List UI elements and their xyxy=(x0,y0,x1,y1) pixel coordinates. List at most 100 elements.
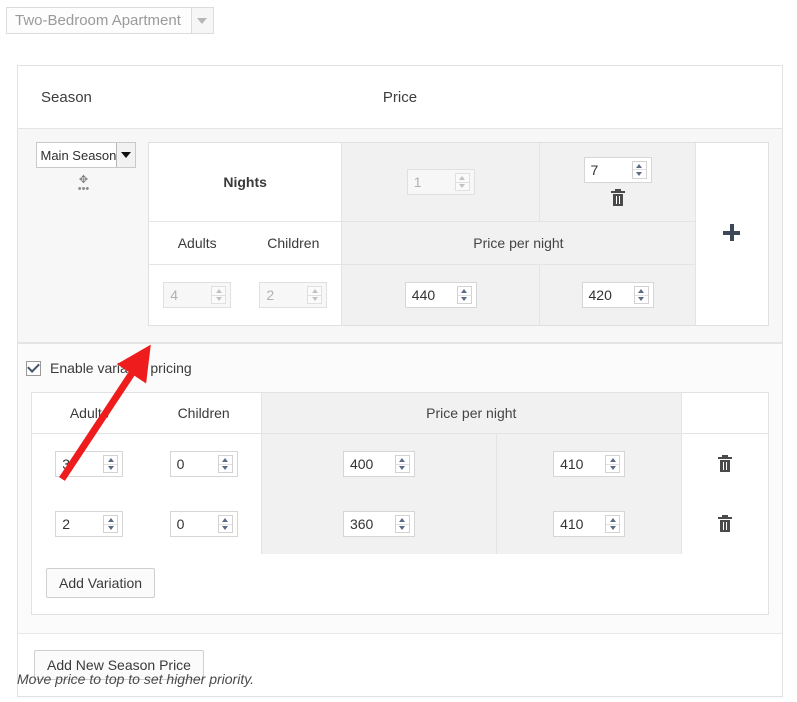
stepper-up-icon[interactable] xyxy=(634,287,648,296)
table-row: 3 0 400 410 xyxy=(32,433,768,494)
stepper-buttons[interactable] xyxy=(394,455,410,473)
enable-variable-pricing-label: Enable variable pricing xyxy=(50,360,192,376)
nights-min-stepper[interactable]: 1 xyxy=(406,169,475,195)
variation-delete-cell xyxy=(680,433,768,494)
stepper-down-icon[interactable] xyxy=(104,525,117,533)
nights-min-value: 1 xyxy=(413,174,422,190)
stepper-buttons[interactable] xyxy=(633,286,649,304)
stepper-up-icon[interactable] xyxy=(104,456,118,465)
season-price-row: Main Season ✥ ••• Nights 1 7 Adults Chil… xyxy=(18,129,782,343)
stepper-up-icon[interactable] xyxy=(104,516,118,525)
variation-price-mid-stepper[interactable]: 360 xyxy=(342,511,415,537)
variation-price-right-stepper[interactable]: 410 xyxy=(553,511,626,537)
accommodation-select[interactable]: Two-Bedroom Apartment xyxy=(6,7,214,34)
table-header-row: Season Price xyxy=(18,66,782,129)
variation-children-cell: 0 xyxy=(146,494,262,554)
stepper-down-icon[interactable] xyxy=(456,183,469,191)
nights-max-value: 7 xyxy=(590,161,599,178)
stepper-down-icon[interactable] xyxy=(396,525,409,533)
stepper-down-icon[interactable] xyxy=(308,296,321,304)
stepper-buttons[interactable] xyxy=(394,515,410,533)
stepper-buttons[interactable] xyxy=(605,515,621,533)
stepper-down-icon[interactable] xyxy=(606,465,619,473)
variations-card: Adults Children Price per night 3 0 400 … xyxy=(31,392,769,554)
stepper-buttons[interactable] xyxy=(103,455,119,473)
column-header-children: Children xyxy=(245,221,342,265)
variation-adults-stepper[interactable]: 3 xyxy=(55,451,124,477)
variations-table: Adults Children Price per night 3 0 400 … xyxy=(32,393,768,554)
variation-adults-value: 2 xyxy=(62,516,71,532)
add-variation-button[interactable]: Add Variation xyxy=(46,568,156,598)
stepper-up-icon[interactable] xyxy=(455,174,469,183)
add-season-cell xyxy=(694,143,768,325)
stepper-up-icon[interactable] xyxy=(308,287,322,296)
stepper-down-icon[interactable] xyxy=(458,296,471,304)
variation-children-stepper[interactable]: 0 xyxy=(169,451,238,477)
move-handle-dots: ••• xyxy=(77,183,90,195)
nights-row: Nights 1 7 xyxy=(149,143,768,325)
trash-icon[interactable] xyxy=(717,454,732,473)
enable-variable-pricing-row[interactable]: Enable variable pricing xyxy=(18,344,782,392)
enable-variable-pricing-checkbox[interactable] xyxy=(26,360,41,376)
stepper-up-icon[interactable] xyxy=(395,516,409,525)
chevron-down-icon[interactable] xyxy=(190,8,213,33)
stepper-up-icon[interactable] xyxy=(212,287,226,296)
season-prices-panel: Season Price Main Season ✥ ••• Nights 1 … xyxy=(17,65,783,697)
stepper-up-icon[interactable] xyxy=(457,287,471,296)
stepper-down-icon[interactable] xyxy=(104,465,117,473)
stepper-down-icon[interactable] xyxy=(219,525,232,533)
stepper-up-icon[interactable] xyxy=(395,456,409,465)
price-mid-stepper[interactable]: 440 xyxy=(404,282,477,308)
adults-stepper[interactable]: 4 xyxy=(163,282,232,308)
variation-price-mid-stepper[interactable]: 400 xyxy=(342,451,415,477)
variation-delete-cell xyxy=(680,494,768,554)
variation-price-right-stepper[interactable]: 410 xyxy=(553,451,626,477)
season-select[interactable]: Main Season xyxy=(35,142,136,168)
stepper-up-icon[interactable] xyxy=(632,162,646,171)
variation-price-mid-value: 360 xyxy=(349,516,374,532)
stepper-up-icon[interactable] xyxy=(606,516,620,525)
price-table: Nights 1 7 Adults Children Price per nig… xyxy=(149,143,768,325)
stepper-up-icon[interactable] xyxy=(218,456,232,465)
stepper-buttons[interactable] xyxy=(217,455,233,473)
column-header-price-per-night: Price per night xyxy=(341,221,696,265)
stepper-buttons[interactable] xyxy=(103,515,119,533)
column-header-adults: Adults xyxy=(149,221,246,265)
stepper-buttons[interactable] xyxy=(211,286,227,304)
move-handle-icon[interactable]: ✥ ••• xyxy=(78,175,90,195)
trash-icon[interactable] xyxy=(717,514,732,533)
plus-icon[interactable] xyxy=(723,224,741,241)
season-select-value: Main Season xyxy=(40,147,116,163)
variation-price-mid-cell: 360 xyxy=(260,494,497,554)
variation-adults-cell: 3 xyxy=(32,433,147,494)
stepper-down-icon[interactable] xyxy=(633,170,646,178)
stepper-buttons[interactable] xyxy=(456,286,472,304)
nights-max-stepper[interactable]: 7 xyxy=(583,156,652,183)
stepper-up-icon[interactable] xyxy=(606,456,620,465)
check-icon xyxy=(27,360,40,373)
children-stepper[interactable]: 2 xyxy=(259,282,328,308)
stepper-buttons[interactable] xyxy=(307,286,323,304)
stepper-buttons[interactable] xyxy=(217,515,233,533)
price-mid-value: 440 xyxy=(411,287,436,303)
stepper-down-icon[interactable] xyxy=(606,525,619,533)
variation-adults-stepper[interactable]: 2 xyxy=(55,511,124,537)
stepper-down-icon[interactable] xyxy=(635,296,648,304)
price-right-stepper[interactable]: 420 xyxy=(581,282,654,308)
stepper-up-icon[interactable] xyxy=(218,516,232,525)
trash-icon[interactable] xyxy=(610,189,625,207)
variation-children-stepper[interactable]: 0 xyxy=(169,511,238,537)
chevron-down-icon[interactable] xyxy=(115,143,135,167)
priority-note: Move price to top to set higher priority… xyxy=(17,671,255,687)
variations-header-row: Adults Children Price per night xyxy=(32,393,768,434)
stepper-buttons[interactable] xyxy=(605,455,621,473)
stepper-down-icon[interactable] xyxy=(219,465,232,473)
stepper-buttons[interactable] xyxy=(631,160,647,179)
nights-max-cell: 7 xyxy=(539,143,696,222)
children-value: 2 xyxy=(266,287,275,303)
stepper-down-icon[interactable] xyxy=(396,465,409,473)
adults-value: 4 xyxy=(170,287,178,303)
stepper-buttons[interactable] xyxy=(454,173,470,191)
stepper-down-icon[interactable] xyxy=(212,296,225,304)
variation-price-right-cell: 410 xyxy=(496,494,682,554)
